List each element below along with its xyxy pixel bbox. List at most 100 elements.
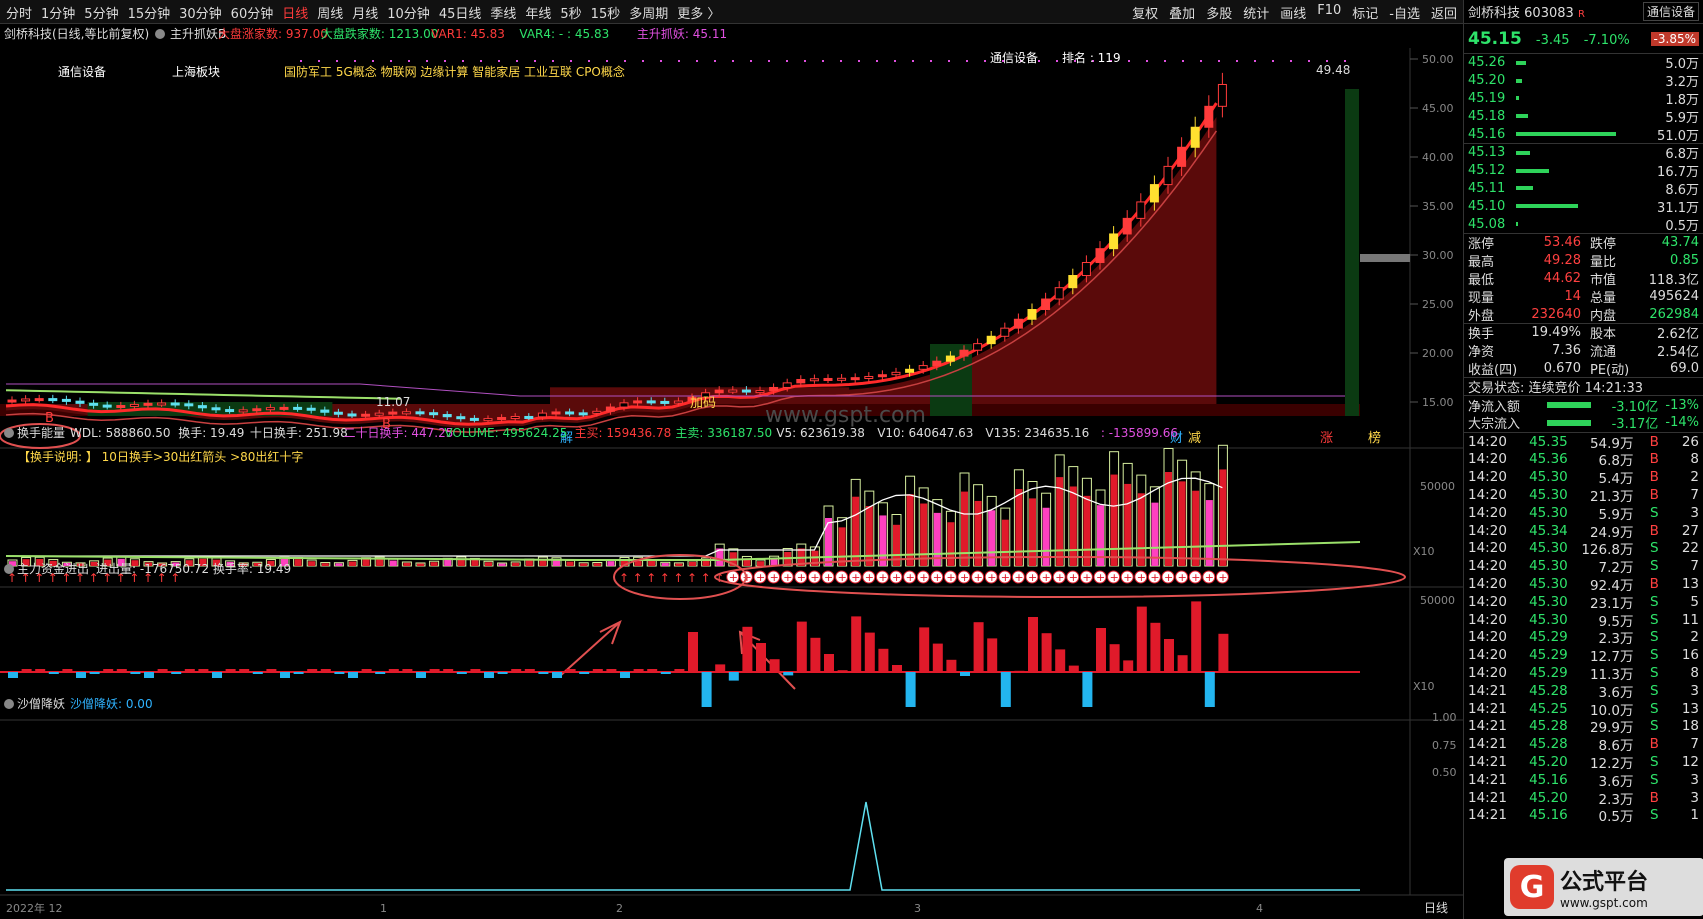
indicator-toggle-icon[interactable]	[4, 699, 14, 709]
period-tab-8[interactable]: 月线	[352, 3, 378, 22]
candle	[1177, 146, 1187, 167]
volume-fill	[1151, 502, 1159, 566]
dot	[750, 60, 752, 62]
volume-fill	[974, 500, 982, 566]
industry-button[interactable]: 通信设备	[1642, 2, 1699, 21]
volume-fill	[403, 562, 411, 566]
dot	[768, 60, 770, 62]
sha-line	[6, 801, 1360, 891]
tool-button-4[interactable]: 画线	[1280, 3, 1306, 22]
cross-icon: +	[1001, 571, 1010, 584]
volume-fill	[825, 518, 832, 566]
period-tab-14[interactable]: 15秒	[591, 3, 621, 22]
dot	[534, 60, 536, 62]
tick-tape[interactable]: 14:20 45.35 54.9万 B 26 14:20 45.36 6.8万 B 8 14:20 4…	[1464, 433, 1703, 826]
dot	[966, 60, 968, 62]
chart-area[interactable]: B B 解加码财减涨榜 ↑ ↑ ↑ ↑ ↑ ↑ ↑ ↑ ↑ ↑ ↑ ↑ ↑ ↑ ↑ ↑ ↑ ↑ ↑ ↑ ↑ + + + + + + + + +…	[0, 24, 1463, 919]
period-tab-4[interactable]: 30分钟	[179, 3, 222, 22]
cross-icon: +	[1137, 571, 1146, 584]
candle	[1109, 233, 1119, 250]
panel2-value-6: 主卖: 336187.50	[675, 426, 772, 440]
period-tab-11[interactable]: 季线	[490, 3, 516, 22]
period-tab-0[interactable]: 分时	[6, 3, 32, 22]
panel2-value-10: : -135899.66	[1101, 426, 1178, 440]
candle	[959, 349, 969, 357]
period-tab-1[interactable]: 1分钟	[41, 3, 75, 22]
period-tab-15[interactable]: 多周期	[629, 3, 668, 22]
candle	[497, 417, 507, 421]
candle	[809, 378, 819, 382]
panel2-title[interactable]: 换手能量	[17, 426, 65, 440]
period-tab-6[interactable]: 日线	[282, 3, 308, 22]
tool-button-5[interactable]: F10	[1317, 3, 1341, 22]
flow-bar	[361, 669, 372, 672]
candle	[456, 416, 466, 420]
tick-row: 14:21 45.28 3.6万 S 3	[1468, 682, 1699, 701]
candle	[1081, 262, 1091, 277]
flow-bar	[810, 637, 821, 672]
candle	[34, 398, 44, 402]
indicator-toggle-icon[interactable]	[155, 29, 165, 39]
tag-region: 上海板块	[172, 64, 220, 79]
stock-name[interactable]: 剑桥科技	[1468, 6, 1520, 21]
sector-change: -3.85%	[1650, 31, 1699, 46]
volume-fill	[1015, 489, 1023, 566]
candle	[388, 411, 398, 415]
candle	[728, 389, 738, 393]
panel4-axis-3: 0.50	[1432, 766, 1457, 779]
cross-icon: +	[960, 571, 969, 584]
indicator-toggle-icon[interactable]	[4, 564, 14, 574]
flow-bar	[1136, 606, 1147, 672]
tool-button-0[interactable]: 复权	[1132, 3, 1158, 22]
period-tab-9[interactable]: 10分钟	[387, 3, 430, 22]
dot	[1038, 60, 1040, 62]
price-line: 45.15 -3.45 -7.10% -3.85%	[1464, 24, 1703, 54]
green-band	[1345, 89, 1359, 416]
panel4-axis-2: 0.75	[1432, 739, 1457, 752]
flow-bar	[48, 672, 59, 674]
up-arrow-icon: ↑	[633, 571, 643, 585]
stats-table: 涨停 53.46 跌停 43.74 最高 49.28 量比 0.85 最低 44.62 市值 118.…	[1464, 234, 1703, 324]
flow-bar	[103, 669, 114, 672]
stat-row: 收益(四) 0.670 PE(动) 69.0	[1468, 360, 1699, 378]
flow-bar	[756, 643, 766, 672]
panel2-value-4: VOLUME: 495624.25	[444, 426, 567, 440]
ask-row: 45.16 51.0万	[1468, 126, 1699, 144]
panel4-title[interactable]: 沙僧降妖	[17, 697, 65, 711]
tool-button-3[interactable]: 统计	[1243, 3, 1269, 22]
kline-chart[interactable]: B B解加码财减涨榜 ↑ ↑ ↑ ↑ ↑ ↑ ↑ ↑ ↑ ↑ ↑ ↑ ↑ ↑ ↑ ↑ ↑ ↑ ↑ ↑ ↑ + + + + + + + + +…	[0, 24, 1463, 919]
indicator-toggle-icon[interactable]	[4, 428, 14, 438]
flow-bar	[1150, 622, 1161, 672]
tool-button-7[interactable]: -自选	[1389, 3, 1420, 22]
dot	[894, 60, 896, 62]
dot	[876, 60, 878, 62]
flow-bar	[429, 669, 440, 672]
period-tab-13[interactable]: 5秒	[560, 3, 581, 22]
panel2-value-5: 主买: 159436.78	[575, 426, 672, 440]
period-tab-16[interactable]: 更多 〉	[677, 3, 720, 22]
candle	[891, 371, 901, 376]
period-tab-10[interactable]: 45日线	[439, 3, 482, 22]
xaxis-period[interactable]: 日线	[1424, 901, 1448, 915]
candle	[225, 409, 235, 413]
dot	[426, 60, 428, 62]
period-tab-5[interactable]: 60分钟	[231, 3, 274, 22]
flow-bar	[511, 669, 522, 672]
period-tab-2[interactable]: 5分钟	[84, 3, 118, 22]
flow-bar	[606, 669, 617, 672]
panel3-title[interactable]: 主力资金进出	[17, 561, 89, 576]
panel3-axis: 50000	[1420, 594, 1455, 607]
period-tab-7[interactable]: 周线	[317, 3, 343, 22]
tool-button-2[interactable]: 多股	[1206, 3, 1232, 22]
flow-bar	[1177, 655, 1188, 672]
dot	[1056, 60, 1058, 62]
tool-button-6[interactable]: 标记	[1352, 3, 1378, 22]
xaxis-label-0: 2022年 12	[6, 901, 63, 915]
candle	[61, 398, 71, 402]
period-tab-3[interactable]: 15分钟	[128, 3, 171, 22]
tool-button-8[interactable]: 返回	[1431, 3, 1457, 22]
flow-bar	[21, 669, 32, 672]
bid-row: 45.12 16.7万	[1468, 163, 1699, 181]
period-tab-12[interactable]: 年线	[525, 3, 551, 22]
tool-button-1[interactable]: 叠加	[1169, 3, 1195, 22]
